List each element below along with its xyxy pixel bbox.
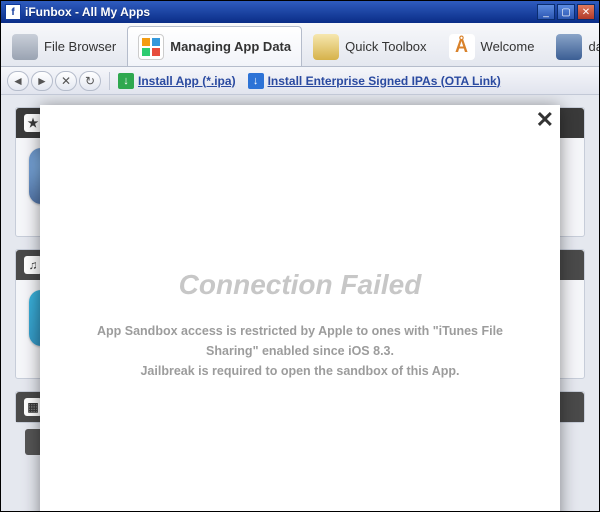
tab-label: Welcome xyxy=(481,39,535,54)
connection-failed-dialog: ✕ Connection Failed App Sandbox access i… xyxy=(40,105,560,511)
stop-button[interactable]: ✕ xyxy=(55,71,77,91)
welcome-icon: Å xyxy=(449,34,475,60)
forward-button[interactable]: ► xyxy=(31,71,53,91)
install-ipa-label: Install App (*.ipa) xyxy=(138,74,236,88)
dialog-close-button[interactable]: ✕ xyxy=(536,109,554,131)
reload-button[interactable]: ↻ xyxy=(79,71,101,91)
tab-label: File Browser xyxy=(44,39,116,54)
manage-icon xyxy=(138,34,164,60)
main-tabs: File Browser Managing App Data Quick Toolb… xyxy=(1,23,599,67)
toolbar: ◄ ► ✕ ↻ Install App (*.ipa) Install Ente… xyxy=(1,67,599,95)
modal-overlay: ✕ Connection Failed App Sandbox access i… xyxy=(1,95,599,511)
maximize-button[interactable]: ▢ xyxy=(557,4,575,20)
dialog-body: Connection Failed App Sandbox access is … xyxy=(40,105,560,511)
app-window: f iFunbox - All My Apps _ ▢ ✕ File Brows… xyxy=(0,0,600,512)
dialog-title: Connection Failed xyxy=(179,269,422,301)
tab-dani[interactable]: dani xyxy=(545,26,599,66)
tab-file-browser[interactable]: File Browser xyxy=(1,26,127,66)
folder-icon xyxy=(12,34,38,60)
install-ota-label: Install Enterprise Signed IPAs (OTA Link… xyxy=(268,74,501,88)
back-button[interactable]: ◄ xyxy=(7,71,29,91)
device-icon xyxy=(556,34,582,60)
download-icon xyxy=(118,73,134,89)
minimize-button[interactable]: _ xyxy=(537,4,555,20)
tab-label: Quick Toolbox xyxy=(345,39,426,54)
tab-quick-toolbox[interactable]: Quick Toolbox xyxy=(302,26,437,66)
tab-managing-app-data[interactable]: Managing App Data xyxy=(127,26,302,67)
separator xyxy=(109,72,110,90)
dialog-message: App Sandbox access is restricted by Appl… xyxy=(76,321,524,381)
install-ipa-link[interactable]: Install App (*.ipa) xyxy=(118,73,236,89)
download-icon xyxy=(248,73,264,89)
tab-welcome[interactable]: Å Welcome xyxy=(438,26,546,66)
tab-label: Managing App Data xyxy=(170,39,291,54)
install-ota-link[interactable]: Install Enterprise Signed IPAs (OTA Link… xyxy=(248,73,501,89)
tab-label: dani xyxy=(588,39,599,54)
app-icon: f xyxy=(5,4,21,20)
titlebar: f iFunbox - All My Apps _ ▢ ✕ xyxy=(1,1,599,23)
tool-icon xyxy=(313,34,339,60)
content-area: ★ My Favorites iFileB ♫ ArkM魔力科 ▦ Click … xyxy=(1,95,599,511)
window-title: iFunbox - All My Apps xyxy=(25,5,535,19)
close-button[interactable]: ✕ xyxy=(577,4,595,20)
